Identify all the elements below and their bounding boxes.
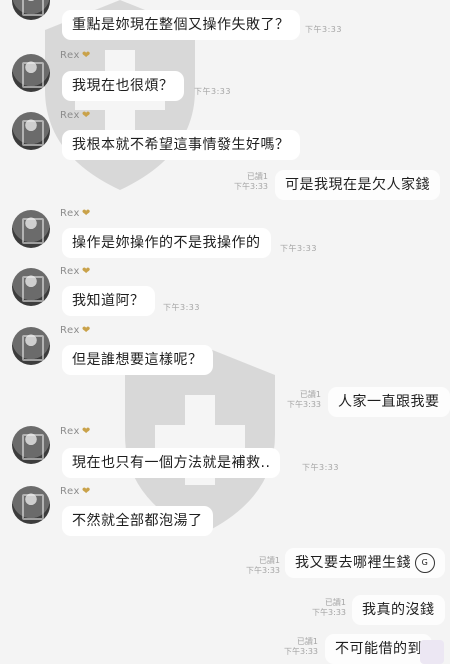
sender-name: Rex ❤ [60, 486, 91, 497]
avatar[interactable] [12, 112, 50, 150]
message-time: 下午3:33 [163, 303, 200, 312]
sender-name: Rex ❤ [60, 208, 91, 219]
avatar[interactable] [12, 268, 50, 306]
incoming-message[interactable]: 重點是妳現在整個又操作失敗了？ [62, 10, 300, 40]
read-receipt: 已讀1 下午3:33 [312, 598, 346, 617]
outgoing-message-text: 我又要去哪裡生錢 [295, 555, 411, 571]
message-time: 下午3:33 [302, 463, 339, 472]
sender-name: Rex ❤ [60, 426, 91, 437]
avatar[interactable] [12, 210, 50, 248]
incoming-message[interactable]: 不然就全部都泡湯了 [62, 506, 213, 536]
incoming-message[interactable]: 我根本就不希望這事情發生好嗎？ [62, 130, 300, 160]
incoming-message[interactable]: 我現在也很煩？ [62, 71, 184, 101]
read-receipt: 已讀1 下午3:33 [287, 390, 321, 409]
outgoing-message[interactable]: 可是我現在是欠人家錢 [275, 170, 440, 200]
message-time: 下午3:33 [305, 25, 342, 34]
avatar[interactable] [12, 327, 50, 365]
read-receipt: 已讀1 下午3:33 [246, 556, 280, 575]
outgoing-message[interactable]: 我又要去哪裡生錢 G [285, 548, 445, 578]
incoming-message[interactable]: 我知道阿？ [62, 286, 155, 316]
avatar[interactable] [12, 486, 50, 524]
incoming-message[interactable]: 現在也只有一個方法就是補救.. [62, 448, 281, 478]
outgoing-message[interactable]: 不可能借的到 [325, 634, 432, 664]
incoming-message[interactable]: 但是誰想要這樣呢？ [62, 345, 213, 375]
outgoing-message[interactable]: 人家一直跟我要 [328, 387, 450, 417]
read-receipt: 已讀1 下午3:33 [234, 172, 268, 191]
avatar[interactable] [12, 54, 50, 92]
sender-name: Rex ❤ [60, 266, 91, 277]
avatar[interactable] [12, 426, 50, 464]
avatar[interactable] [12, 0, 50, 20]
message-time: 下午3:33 [194, 87, 231, 96]
incoming-message[interactable]: 操作是妳操作的不是我操作的 [62, 228, 271, 258]
message-time: 下午3:33 [280, 244, 317, 253]
sender-name: Rex ❤ [60, 325, 91, 336]
sender-name: Rex ❤ [60, 110, 91, 121]
gif-badge-icon: G [415, 553, 435, 573]
sticker-icon[interactable] [420, 640, 444, 664]
outgoing-message[interactable]: 我真的沒錢 [352, 595, 445, 625]
sender-name: Rex ❤ [60, 50, 91, 61]
chat-conversation[interactable]: 重點是妳現在整個又操作失敗了？ 下午3:33 Rex ❤ 我現在也很煩？ 下午3:… [0, 0, 450, 664]
read-receipt: 已讀1 下午3:33 [284, 637, 318, 656]
